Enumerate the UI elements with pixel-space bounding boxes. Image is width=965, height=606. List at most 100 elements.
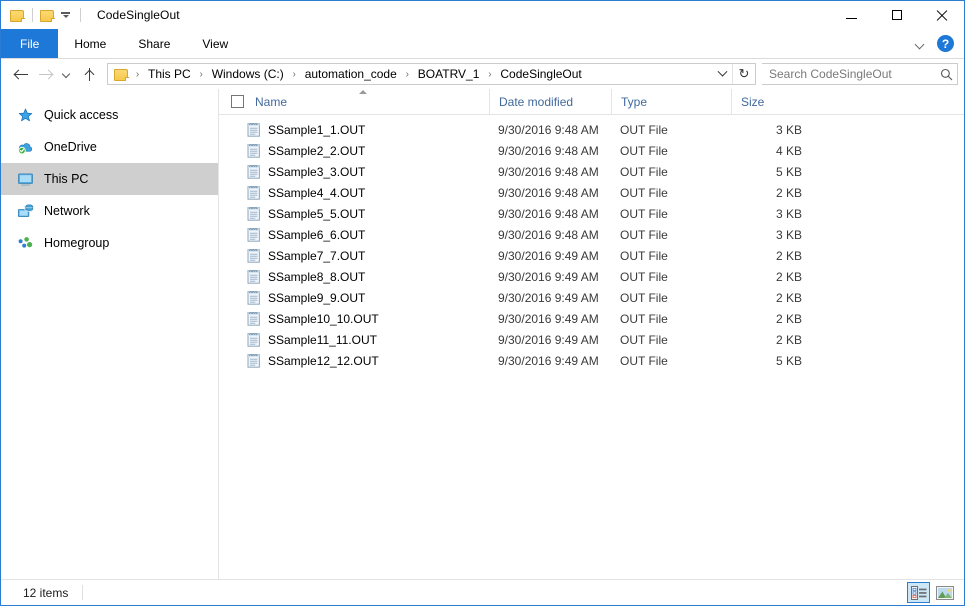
file-size-cell: 2 KB xyxy=(731,333,811,347)
details-view-button[interactable] xyxy=(907,582,930,603)
file-name-label: SSample9_9.OUT xyxy=(268,291,365,305)
recent-locations-button[interactable] xyxy=(57,62,77,86)
sidebar-item-label: Quick access xyxy=(44,108,118,122)
customize-quick-access-toolbar-icon[interactable] xyxy=(59,8,73,22)
column-header-date-modified[interactable]: Date modified xyxy=(489,89,611,114)
search-box[interactable] xyxy=(762,63,958,85)
file-size-cell: 3 KB xyxy=(731,207,811,221)
large-icons-view-button[interactable] xyxy=(933,582,956,603)
table-row[interactable]: SSample6_6.OUT9/30/2016 9:48 AMOUT File3… xyxy=(219,224,964,245)
column-header-name[interactable]: Name xyxy=(219,89,489,114)
file-name-label: SSample7_7.OUT xyxy=(268,249,365,263)
table-row[interactable]: SSample4_4.OUT9/30/2016 9:48 AMOUT File2… xyxy=(219,182,964,203)
breadcrumb-separator: › xyxy=(401,69,414,80)
column-header-type[interactable]: Type xyxy=(611,89,731,114)
file-type-cell: OUT File xyxy=(611,312,731,326)
title-bar: CodeSingleOut xyxy=(1,1,964,29)
table-row[interactable]: SSample7_7.OUT9/30/2016 9:49 AMOUT File2… xyxy=(219,245,964,266)
file-type-cell: OUT File xyxy=(611,354,731,368)
breadcrumb-item-this-pc[interactable]: This PC xyxy=(144,66,195,82)
file-name-cell: SSample5_5.OUT xyxy=(219,206,489,221)
out-file-icon xyxy=(247,269,261,284)
table-row[interactable]: SSample3_3.OUT9/30/2016 9:48 AMOUT File5… xyxy=(219,161,964,182)
star-icon xyxy=(17,107,34,124)
file-name-label: SSample1_1.OUT xyxy=(268,123,365,137)
ribbon-tab-strip: File Home Share View ? xyxy=(1,29,964,59)
properties-folder-icon[interactable] xyxy=(40,9,55,22)
file-name-label: SSample4_4.OUT xyxy=(268,186,365,200)
table-row[interactable]: SSample9_9.OUT9/30/2016 9:49 AMOUT File2… xyxy=(219,287,964,308)
table-row[interactable]: SSample10_10.OUT9/30/2016 9:49 AMOUT Fil… xyxy=(219,308,964,329)
address-bar: › This PC › Windows (C:) › automation_co… xyxy=(1,59,964,89)
file-date-cell: 9/30/2016 9:48 AM xyxy=(489,123,611,137)
sidebar-item-label: This PC xyxy=(44,172,88,186)
folder-icon[interactable] xyxy=(10,9,25,22)
refresh-icon[interactable]: ↻ xyxy=(732,64,755,84)
sidebar-item-network[interactable]: Network xyxy=(1,195,218,227)
file-type-cell: OUT File xyxy=(611,165,731,179)
status-divider xyxy=(82,585,83,600)
breadcrumb-item-codesingleout[interactable]: CodeSingleOut xyxy=(496,66,585,82)
file-name-cell: SSample2_2.OUT xyxy=(219,143,489,158)
breadcrumb-bar[interactable]: › This PC › Windows (C:) › automation_co… xyxy=(107,63,756,85)
sidebar-item-this-pc[interactable]: This PC xyxy=(1,163,218,195)
ribbon-right-controls: ? xyxy=(913,29,958,58)
breadcrumb-item-automation-code[interactable]: automation_code xyxy=(301,66,401,82)
search-input[interactable] xyxy=(762,66,935,82)
sidebar-item-label: Homegroup xyxy=(44,236,109,250)
close-icon xyxy=(936,10,947,21)
forward-button[interactable] xyxy=(33,62,57,86)
table-row[interactable]: SSample1_1.OUT9/30/2016 9:48 AMOUT File3… xyxy=(219,119,964,140)
table-row[interactable]: SSample5_5.OUT9/30/2016 9:48 AMOUT File3… xyxy=(219,203,964,224)
file-name-cell: SSample9_9.OUT xyxy=(219,290,489,305)
breadcrumb-item-boatrv-1[interactable]: BOATRV_1 xyxy=(414,66,484,82)
explorer-body: Quick access OneDrive xyxy=(1,89,964,579)
help-button[interactable]: ? xyxy=(937,35,954,52)
up-button[interactable] xyxy=(77,62,101,86)
file-date-cell: 9/30/2016 9:48 AM xyxy=(489,228,611,242)
tab-view[interactable]: View xyxy=(186,29,244,58)
file-list-pane: Name Date modified Type Size SSample1_1.… xyxy=(219,89,964,579)
file-date-cell: 9/30/2016 9:49 AM xyxy=(489,291,611,305)
file-name-cell: SSample4_4.OUT xyxy=(219,185,489,200)
file-date-cell: 9/30/2016 9:49 AM xyxy=(489,249,611,263)
table-row[interactable]: SSample11_11.OUT9/30/2016 9:49 AMOUT Fil… xyxy=(219,329,964,350)
forward-arrow-icon xyxy=(38,67,53,82)
maximize-button[interactable] xyxy=(874,1,919,29)
sidebar-item-homegroup[interactable]: Homegroup xyxy=(1,227,218,259)
tab-home[interactable]: Home xyxy=(58,29,122,58)
homegroup-icon xyxy=(17,235,34,252)
table-row[interactable]: SSample2_2.OUT9/30/2016 9:48 AMOUT File4… xyxy=(219,140,964,161)
tab-file[interactable]: File xyxy=(1,29,58,58)
file-name-label: SSample2_2.OUT xyxy=(268,144,365,158)
file-name-cell: SSample1_1.OUT xyxy=(219,122,489,137)
search-icon[interactable] xyxy=(935,64,957,84)
close-button[interactable] xyxy=(919,1,964,29)
file-explorer-window: CodeSingleOut File Home Share View ? xyxy=(0,0,965,606)
onedrive-cloud-icon xyxy=(17,139,34,156)
file-date-cell: 9/30/2016 9:48 AM xyxy=(489,144,611,158)
sidebar-item-onedrive[interactable]: OneDrive xyxy=(1,131,218,163)
breadcrumb-separator: › xyxy=(131,69,144,80)
column-header-size[interactable]: Size xyxy=(731,89,811,114)
minimize-button[interactable] xyxy=(829,1,874,29)
table-row[interactable]: SSample8_8.OUT9/30/2016 9:49 AMOUT File2… xyxy=(219,266,964,287)
breadcrumb-dropdown-icon[interactable] xyxy=(713,64,732,84)
breadcrumb-item-windows-c[interactable]: Windows (C:) xyxy=(208,66,288,82)
out-file-icon xyxy=(247,248,261,263)
chevron-down-icon[interactable] xyxy=(913,37,927,51)
sidebar-item-quick-access[interactable]: Quick access xyxy=(1,99,218,131)
folder-icon[interactable] xyxy=(114,68,129,81)
table-row[interactable]: SSample12_12.OUT9/30/2016 9:49 AMOUT Fil… xyxy=(219,350,964,371)
breadcrumb-separator: › xyxy=(483,69,496,80)
select-all-checkbox[interactable] xyxy=(231,95,244,108)
this-pc-monitor-icon xyxy=(17,171,34,188)
back-arrow-icon xyxy=(14,67,29,82)
tab-share[interactable]: Share xyxy=(122,29,186,58)
window-title: CodeSingleOut xyxy=(97,8,180,22)
file-name-cell: SSample11_11.OUT xyxy=(219,332,489,347)
file-name-label: SSample6_6.OUT xyxy=(268,228,365,242)
back-button[interactable] xyxy=(9,62,33,86)
recent-locations-chevron-icon xyxy=(61,68,73,80)
view-mode-buttons xyxy=(907,580,956,605)
